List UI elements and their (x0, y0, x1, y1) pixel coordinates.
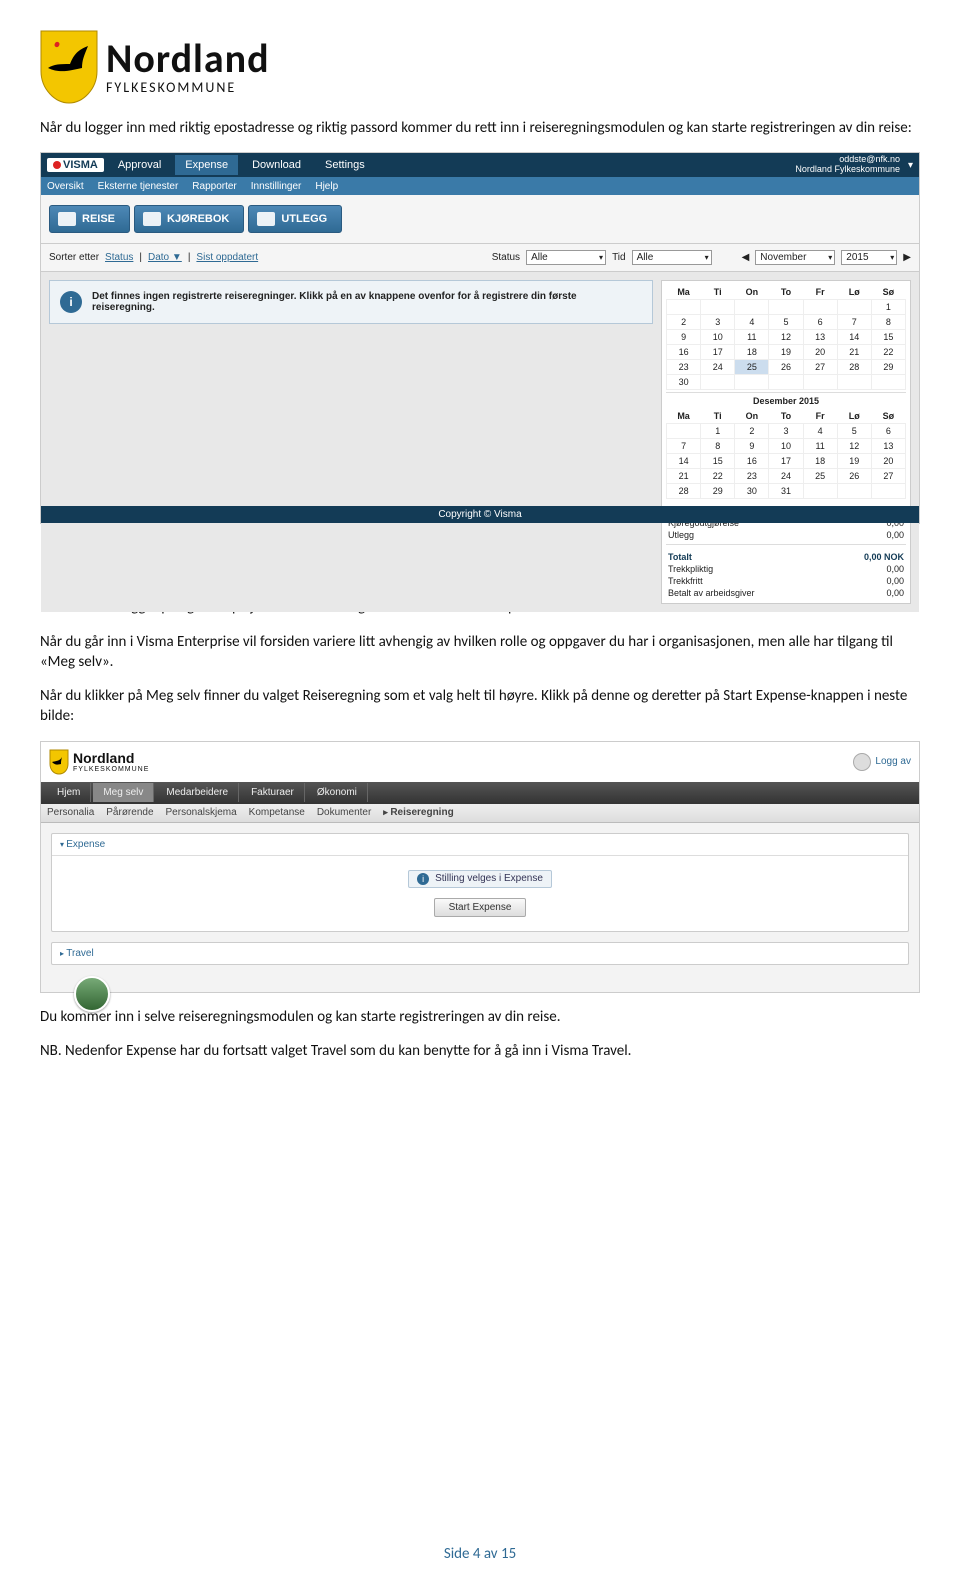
sub-nav: Personalia Pårørende Personalskjema Komp… (41, 804, 919, 823)
expense-app-icon (74, 976, 110, 1012)
sum-trekkfritt: Trekkfritt0,00 (666, 575, 906, 587)
stilling-info: iStilling velges i Expense (408, 870, 552, 888)
travel-panel: Travel (51, 942, 909, 965)
month-select[interactable]: November (755, 250, 835, 265)
sort-status[interactable]: Status (105, 252, 133, 263)
subnav-dokumenter[interactable]: Dokumenter (317, 807, 371, 818)
subtab-hjelp[interactable]: Hjelp (315, 181, 338, 192)
shield-icon (40, 30, 98, 104)
year-select[interactable]: 2015 (841, 250, 897, 265)
info-icon: i (60, 291, 82, 313)
tid-select[interactable]: Alle (632, 250, 712, 265)
month-prev[interactable]: ◀ (742, 252, 750, 263)
copyright: Copyright © Visma (41, 506, 919, 523)
moneybag-icon (257, 212, 275, 226)
paragraph-1: Når du logger inn med riktig epostadress… (40, 118, 920, 138)
avatar-icon (853, 753, 871, 771)
calendar-dec-title: Desember 2015 (666, 392, 906, 409)
info-small-icon: i (417, 873, 429, 885)
action-row: REISE KJØREBOK UTLEGG (41, 195, 919, 244)
info-message: i Det finnes ingen registrerte reiseregn… (49, 280, 653, 324)
status-select[interactable]: Alle (526, 250, 606, 265)
car-icon (143, 212, 161, 226)
sum-utlegg: Utlegg0,00 (666, 529, 906, 541)
sort-dato[interactable]: Dato ▼ (148, 252, 182, 263)
subnav-parorende[interactable]: Pårørende (106, 807, 153, 818)
expense-panel: Expense iStilling velges i Expense Start… (51, 833, 909, 932)
tab-download[interactable]: Download (242, 155, 311, 175)
start-expense-button[interactable]: Start Expense (434, 898, 527, 917)
tab-expense[interactable]: Expense (175, 155, 238, 175)
org-logo-header: Nordland FYLKESKOMMUNE (40, 0, 920, 104)
brand-subtitle: FYLKESKOMMUNE (106, 81, 270, 95)
month-next[interactable]: ▶ (903, 252, 911, 263)
enterprise-brand: NordlandFYLKESKOMMUNE (49, 749, 149, 775)
sum-trekkpliktig: Trekkpliktig0,00 (666, 563, 906, 575)
nav-hjem[interactable]: Hjem (47, 783, 91, 802)
sort-label: Sorter etter (49, 252, 99, 263)
subtab-innstillinger[interactable]: Innstillinger (251, 181, 302, 192)
screenshot-visma-expense: VISMA Approval Expense Download Settings… (40, 152, 920, 524)
visma-logo: VISMA (47, 158, 104, 172)
subnav-personalia[interactable]: Personalia (47, 807, 94, 818)
calendar-sidebar: MaTiOnToFrLøSø 1 2345678 9101112131415 1… (661, 280, 911, 604)
app-subbar: Oversikt Eksterne tjenester Rapporter In… (41, 177, 919, 195)
nav-okonomi[interactable]: Økonomi (307, 783, 368, 802)
expense-panel-header[interactable]: Expense (52, 834, 908, 856)
subtab-oversikt[interactable]: Oversikt (47, 181, 84, 192)
utlegg-button[interactable]: UTLEGG (248, 205, 342, 233)
brand-name: Nordland (106, 39, 270, 79)
calendar-november[interactable]: MaTiOnToFrLøSø 1 2345678 9101112131415 1… (666, 285, 906, 390)
suitcase-icon (58, 212, 76, 226)
user-info[interactable]: oddste@nfk.no Nordland Fylkeskommune (795, 155, 900, 175)
page-footer: Side 4 av 15 (0, 1545, 960, 1563)
nav-medarbeidere[interactable]: Medarbeidere (156, 783, 239, 802)
screenshot-visma-enterprise: NordlandFYLKESKOMMUNE Logg av Hjem Meg s… (40, 741, 920, 993)
main-nav: Hjem Meg selv Medarbeidere Fakturaer Øko… (41, 782, 919, 804)
filter-row: Sorter etter Status | Dato ▼ | Sist oppd… (41, 244, 919, 272)
travel-panel-header[interactable]: Travel (52, 943, 908, 964)
sum-total: Totalt0,00 NOK (666, 551, 906, 563)
paragraph-3: Når du går inn i Visma Enterprise vil fo… (40, 632, 920, 673)
logout-link[interactable]: Logg av (853, 753, 911, 771)
paragraph-4: Når du klikker på Meg selv finner du val… (40, 686, 920, 727)
paragraph-6: NB. Nedenfor Expense har du fortsatt val… (40, 1041, 920, 1061)
tab-approval[interactable]: Approval (108, 155, 171, 175)
subnav-personalskjema[interactable]: Personalskjema (166, 807, 237, 818)
subtab-rapporter[interactable]: Rapporter (192, 181, 236, 192)
nav-fakturaer[interactable]: Fakturaer (241, 783, 305, 802)
sum-betalt: Betalt av arbeidsgiver0,00 (666, 587, 906, 599)
subtab-eksterne[interactable]: Eksterne tjenester (98, 181, 179, 192)
tab-settings[interactable]: Settings (315, 155, 375, 175)
tid-label: Tid (612, 252, 626, 263)
kjorebok-button[interactable]: KJØREBOK (134, 205, 244, 233)
subnav-reiseregning[interactable]: Reiseregning (383, 807, 453, 818)
sort-oppdatert[interactable]: Sist oppdatert (196, 252, 258, 263)
status-label: Status (492, 252, 520, 263)
subnav-kompetanse[interactable]: Kompetanse (249, 807, 305, 818)
paragraph-5: Du kommer inn i selve reiseregningsmodul… (40, 1007, 920, 1027)
app-topbar: VISMA Approval Expense Download Settings… (41, 153, 919, 177)
chevron-down-icon[interactable]: ▾ (908, 160, 913, 171)
reise-button[interactable]: REISE (49, 205, 130, 233)
shield-small-icon (49, 749, 69, 775)
calendar-december[interactable]: MaTiOnToFrLøSø 123456 78910111213 141516… (666, 409, 906, 499)
nav-megselv[interactable]: Meg selv (93, 783, 154, 802)
